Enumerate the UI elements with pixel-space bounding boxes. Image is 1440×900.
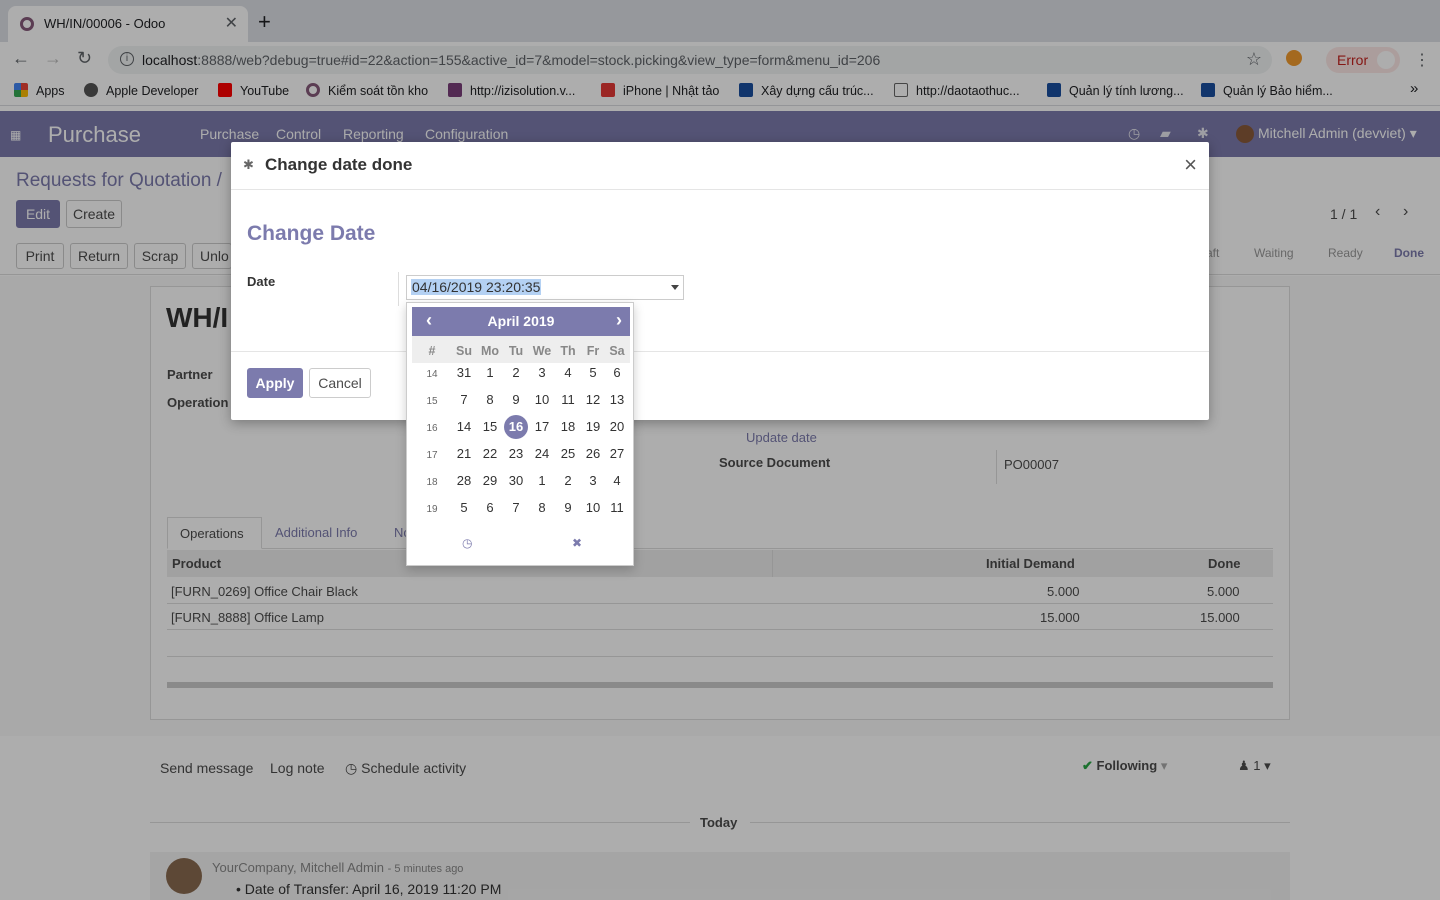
- cancel-button[interactable]: Cancel: [309, 368, 371, 398]
- week-number: 19: [426, 504, 438, 515]
- week-number: 17: [426, 450, 438, 461]
- calendar-day[interactable]: 3: [580, 473, 606, 488]
- debug-bug-icon[interactable]: ✱: [243, 157, 254, 173]
- calendar-day[interactable]: 18: [555, 419, 581, 434]
- weekday-label: Fr: [586, 344, 600, 358]
- calendar-day[interactable]: 6: [477, 500, 503, 515]
- calendar-day[interactable]: 14: [451, 419, 477, 434]
- week-number: 18: [426, 477, 438, 488]
- calendar-day[interactable]: 17: [529, 419, 555, 434]
- calendar-day[interactable]: 23: [503, 446, 529, 461]
- weekday-label: Sa: [609, 344, 625, 358]
- calendar-day[interactable]: 4: [604, 473, 630, 488]
- weekday-label: Su: [456, 344, 472, 358]
- calendar-day[interactable]: 7: [503, 500, 529, 515]
- calendar-day[interactable]: 31: [451, 365, 477, 380]
- clear-date-icon[interactable]: ✖: [572, 536, 582, 550]
- calendar-day[interactable]: 9: [555, 500, 581, 515]
- select-time-icon[interactable]: ◷: [462, 536, 472, 550]
- date-input-value: 04/16/2019 23:20:35: [411, 279, 542, 295]
- calendar-day[interactable]: 15: [477, 419, 503, 434]
- close-icon[interactable]: ×: [1184, 152, 1197, 178]
- calendar-day[interactable]: 21: [451, 446, 477, 461]
- date-input[interactable]: 04/16/2019 23:20:35: [406, 275, 684, 300]
- calendar-day[interactable]: 2: [555, 473, 581, 488]
- week-number-header: #: [428, 344, 436, 358]
- dialog-footer-divider: [231, 351, 1209, 352]
- calendar-day[interactable]: 12: [580, 392, 606, 407]
- calendar-day[interactable]: 25: [555, 446, 581, 461]
- modal-backdrop[interactable]: [0, 0, 1440, 900]
- calendar-day[interactable]: 10: [529, 392, 555, 407]
- calendar-day[interactable]: 8: [477, 392, 503, 407]
- next-month-icon[interactable]: ›: [616, 310, 622, 331]
- calendar-day[interactable]: 3: [529, 365, 555, 380]
- calendar-day[interactable]: 1: [529, 473, 555, 488]
- date-label: Date: [247, 274, 276, 289]
- calendar-day[interactable]: 27: [604, 446, 630, 461]
- datepicker-popup: ‹ April 2019 › # Su Mo Tu We Th Fr Sa 14…: [406, 302, 634, 566]
- calendar-header: ‹ April 2019 ›: [412, 307, 630, 336]
- calendar-day[interactable]: 13: [604, 392, 630, 407]
- weekday-header: # Su Mo Tu We Th Fr Sa: [412, 336, 630, 363]
- form-title: Change Date: [247, 222, 376, 245]
- calendar-day[interactable]: 6: [604, 365, 630, 380]
- weekday-label: Mo: [480, 344, 500, 358]
- calendar-day[interactable]: 28: [451, 473, 477, 488]
- week-number: 15: [426, 396, 438, 407]
- calendar-day[interactable]: 24: [529, 446, 555, 461]
- change-date-dialog: ✱ Change date done × Change Date Date Ap…: [231, 142, 1209, 420]
- calendar-day[interactable]: 1: [477, 365, 503, 380]
- calendar-day[interactable]: 30: [503, 473, 529, 488]
- calendar-day[interactable]: 22: [477, 446, 503, 461]
- calendar-day[interactable]: 29: [477, 473, 503, 488]
- week-number: 16: [426, 423, 438, 434]
- calendar-day[interactable]: 20: [604, 419, 630, 434]
- calendar-day[interactable]: 19: [580, 419, 606, 434]
- month-label[interactable]: April 2019: [412, 313, 630, 329]
- calendar-day[interactable]: 7: [451, 392, 477, 407]
- calendar-day[interactable]: 5: [580, 365, 606, 380]
- calendar-day[interactable]: 11: [555, 392, 581, 407]
- weekday-label: Tu: [508, 344, 524, 358]
- weekday-label: Th: [560, 344, 576, 358]
- dialog-header: ✱ Change date done ×: [231, 142, 1209, 190]
- week-number: 14: [426, 369, 438, 380]
- calendar-day[interactable]: 9: [503, 392, 529, 407]
- field-divider: [398, 272, 399, 306]
- calendar-day[interactable]: 10: [580, 500, 606, 515]
- calendar-day[interactable]: 8: [529, 500, 555, 515]
- calendar-day[interactable]: 5: [451, 500, 477, 515]
- apply-button[interactable]: Apply: [247, 368, 303, 398]
- caret-down-icon[interactable]: [671, 285, 679, 290]
- calendar-day[interactable]: 11: [604, 500, 630, 515]
- weekday-label: We: [532, 344, 552, 358]
- calendar-day[interactable]: 26: [580, 446, 606, 461]
- calendar-day-selected[interactable]: 16: [504, 415, 528, 439]
- dialog-title: Change date done: [265, 155, 413, 174]
- calendar-day[interactable]: 4: [555, 365, 581, 380]
- calendar-day[interactable]: 2: [503, 365, 529, 380]
